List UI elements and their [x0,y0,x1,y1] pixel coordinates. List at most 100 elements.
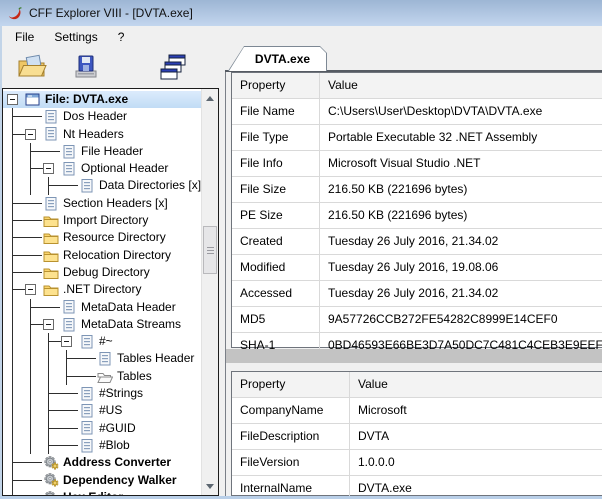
tree-item-metadata-streams[interactable]: MetaData Streams [3,316,201,333]
tree-item-resource-directory[interactable]: Resource Directory [3,229,201,246]
property-row[interactable]: MD59A57726CCB272FE54282C8999E14CEF0 [232,307,602,333]
detail-icon [61,300,77,314]
property-value: 1.0.0.0 [350,450,602,475]
property-value: Microsoft [350,398,602,423]
tree-item-label: #GUID [99,421,136,435]
property-name: File Info [232,151,320,176]
tree-item-us[interactable]: #US [3,402,201,419]
detail-icon [61,318,77,332]
tree-item-tables[interactable]: Tables [3,368,201,385]
windows-manager-button[interactable] [157,51,189,83]
property-row[interactable]: PE Size216.50 KB (221696 bytes) [232,203,602,229]
property-value: Tuesday 26 July 2016, 21.34.02 [320,229,602,254]
collapse-toggle-icon[interactable] [61,336,72,347]
table-header-row: PropertyValue [232,73,602,99]
menu-item-help[interactable]: ? [112,28,131,46]
detail-icon [43,127,59,141]
scroll-down-button[interactable] [202,478,218,494]
gear-icon [43,491,59,495]
menu-item-file[interactable]: File [9,28,40,46]
property-row[interactable]: FileDescriptionDVTA [232,424,602,450]
window-title: CFF Explorer VIII - [DVTA.exe] [29,6,193,20]
file-properties-table: PropertyValueFile NameC:\Users\User\Desk… [231,72,602,348]
property-row[interactable]: File Size216.50 KB (221696 bytes) [232,177,602,203]
arrow-up-icon [206,96,214,101]
property-row[interactable]: File TypePortable Executable 32 .NET Ass… [232,125,602,151]
property-row[interactable]: CompanyNameMicrosoft [232,398,602,424]
property-value: C:\Users\User\Desktop\DVTA\DVTA.exe [320,99,602,124]
tree-item-section-headers-x[interactable]: Section Headers [x] [3,195,201,212]
tree-item-metadata-header[interactable]: MetaData Header [3,299,201,316]
collapse-toggle-icon[interactable] [25,284,36,295]
property-row[interactable]: File InfoMicrosoft Visual Studio .NET [232,151,602,177]
tree-item-label: Optional Header [81,161,168,175]
collapse-toggle-icon[interactable] [7,94,18,105]
collapse-toggle-icon[interactable] [43,163,54,174]
detail-icon [79,404,95,418]
open-file-button[interactable] [16,51,48,83]
tree-item-label: Relocation Directory [63,248,171,262]
tree-item-label: Tables [117,369,152,383]
folder-icon [43,231,59,245]
pepper-app-icon [7,6,22,21]
menu-item-settings[interactable]: Settings [48,28,103,46]
tree-item-data-directories-x[interactable]: Data Directories [x] [3,177,201,194]
column-header: Property [232,73,320,98]
collapse-toggle-icon[interactable] [43,319,54,330]
tree-item-file-header[interactable]: File Header [3,143,201,160]
property-value: Microsoft Visual Studio .NET [320,151,602,176]
tab-dvta-exe[interactable]: DVTA.exe [228,46,327,71]
detail-icon [79,335,95,349]
tree-item-guid[interactable]: #GUID [3,420,201,437]
property-value: DVTA [350,424,602,449]
tree-item-import-directory[interactable]: Import Directory [3,212,201,229]
tree-item-label: #Blob [99,438,130,452]
tree-item-dos-header[interactable]: Dos Header [3,108,201,125]
tree-item-[interactable]: #~ [3,333,201,350]
detail-icon [79,387,95,401]
property-name: File Type [232,125,320,150]
property-name: MD5 [232,307,320,332]
save-file-button[interactable] [70,51,102,83]
version-info-table: PropertyValueCompanyNameMicrosoftFileDes… [231,371,602,496]
property-row[interactable]: CreatedTuesday 26 July 2016, 21.34.02 [232,229,602,255]
property-name: Modified [232,255,320,280]
tree-item-blob[interactable]: #Blob [3,437,201,454]
window-icon [25,93,41,107]
tree-scrollbar[interactable] [201,89,218,495]
table-splitter [226,349,602,363]
property-name: FileDescription [232,424,350,449]
scroll-up-button[interactable] [202,90,218,106]
tree-item-debug-directory[interactable]: Debug Directory [3,264,201,281]
tree-item-relocation-directory[interactable]: Relocation Directory [3,247,201,264]
property-row[interactable]: ModifiedTuesday 26 July 2016, 19.08.06 [232,255,602,281]
tree-item-label: Section Headers [x] [63,196,168,210]
tree-item-net-directory[interactable]: .NET Directory [3,281,201,298]
tree-item-nt-headers[interactable]: Nt Headers [3,126,201,143]
tree-item-address-converter[interactable]: Address Converter [3,454,201,471]
tree-item-label: #US [99,404,122,418]
tree-item-label: Debug Directory [63,265,150,279]
tree-item-label: Dos Header [63,109,127,123]
tree-item-tables-header[interactable]: Tables Header [3,350,201,367]
tree-item-label: Import Directory [63,213,148,227]
cff-explorer-window: CFF Explorer VIII - [DVTA.exe] File Setti… [0,0,602,499]
property-row[interactable]: FileVersion1.0.0.0 [232,450,602,476]
scrollbar-thumb[interactable] [203,226,217,274]
folder-icon [43,249,59,263]
tree-item-file-dvta-exe[interactable]: File: DVTA.exe [3,91,201,108]
open-icon [17,54,47,80]
tree-item-label: MetaData Header [81,300,176,314]
property-row[interactable]: AccessedTuesday 26 July 2016, 21.34.02 [232,281,602,307]
tree-item-label: Address Converter [63,455,171,469]
tree-item-hex-editor[interactable]: Hex Editor [3,489,201,495]
table-header-row: PropertyValue [232,372,602,398]
property-name: File Size [232,177,320,202]
detail-icon [61,162,77,176]
tree-item-dependency-walker[interactable]: Dependency Walker [3,472,201,489]
tree-item-optional-header[interactable]: Optional Header [3,160,201,177]
property-row[interactable]: File NameC:\Users\User\Desktop\DVTA\DVTA… [232,99,602,125]
property-value: 216.50 KB (221696 bytes) [320,203,602,228]
collapse-toggle-icon[interactable] [25,129,36,140]
tree-item-strings[interactable]: #Strings [3,385,201,402]
